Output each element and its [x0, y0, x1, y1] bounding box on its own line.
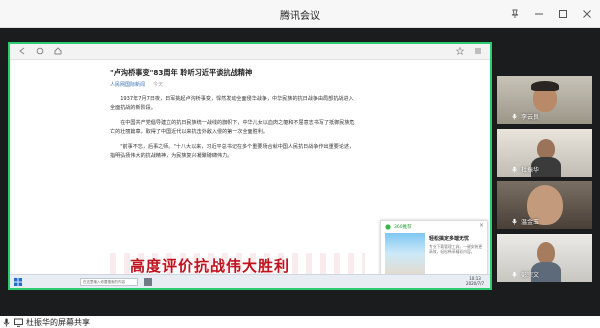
taskbar-search-input[interactable]: 在这里输入你要搜索的内容: [80, 278, 138, 286]
participant-tile[interactable]: 杜振华: [497, 129, 592, 177]
menu-icon[interactable]: [474, 47, 482, 55]
article-paragraph: 1937年7月7日夜，日军挑起卢沟桥事变，悍然发动全面侵华战争，中华民族的抗日战…: [110, 96, 354, 111]
pin-icon[interactable]: [508, 7, 522, 21]
close-icon[interactable]: [580, 7, 594, 21]
article-source[interactable]: 人民网国际新闻: [110, 81, 145, 88]
ad-close-icon[interactable]: ×: [479, 222, 484, 229]
microphone-icon: [3, 318, 10, 327]
taskbar-clock[interactable]: 10:13 2020/7/7: [466, 276, 484, 286]
clock-date: 2020/7/7: [466, 281, 484, 286]
participant-name: 温金玉: [521, 219, 540, 226]
title-bar: 腾讯会议: [0, 0, 600, 28]
banner-text: 高度评价抗战伟大胜利: [130, 257, 291, 275]
refresh-icon[interactable]: [36, 47, 44, 55]
ad-image: [385, 233, 425, 279]
settings-app-icon[interactable]: [144, 278, 152, 286]
microphone-icon: [512, 113, 517, 120]
participant-name-label: 彭宗文: [511, 270, 539, 279]
ad-brand: 360推荐: [394, 225, 412, 230]
ad-description: 专业下载管理工具，一键安装更高效，轻松畅享精彩内容。: [429, 244, 483, 254]
maximize-icon[interactable]: [556, 7, 570, 21]
participant-name: 彭宗文: [521, 272, 540, 279]
status-bar: 杜振华的屏幕共享: [0, 316, 600, 328]
participant-tile[interactable]: 李云良: [497, 76, 592, 124]
back-icon[interactable]: [18, 47, 26, 55]
window-controls: [508, 7, 594, 21]
microphone-icon: [512, 166, 517, 173]
article-paragraph: "前事不忘，后事之师。"十八大以来，习近平总书记在多个重要场合就中国人民抗日战争…: [110, 144, 355, 159]
participant-tile[interactable]: 温金玉: [497, 181, 592, 229]
ad-header: 360推荐: [385, 224, 412, 230]
shared-screen[interactable]: "卢沟桥事变"83周年 聆听习近平谈抗战精神 人民网国际新闻 今天 1937年7…: [8, 42, 492, 290]
brand-logo-icon: [385, 224, 391, 230]
participant-name: 李云良: [521, 114, 540, 121]
news-article: "卢沟桥事变"83周年 聆听习近平谈抗战精神 人民网国际新闻 今天 1937年7…: [110, 68, 355, 160]
article-paragraph: 在中国共产党倡导建立的抗日民族统一战线的旗帜下，中华儿女以血肉之躯和不屈意志书写…: [110, 120, 355, 135]
sharer-name: 杜振华的屏幕共享: [26, 318, 90, 327]
minimize-icon[interactable]: [532, 7, 546, 21]
article-meta: 人民网国际新闻 今天: [110, 81, 355, 88]
participant-video: [537, 242, 555, 264]
participant-name-label: 杜振华: [511, 165, 539, 174]
participant-name-label: 李云良: [511, 112, 539, 121]
microphone-icon: [512, 271, 517, 278]
star-icon[interactable]: [456, 47, 464, 55]
browser-toolbar: [10, 44, 490, 60]
ad-title: 轻松搞定多端无忧: [429, 236, 470, 242]
screen-share-icon: [14, 318, 23, 327]
article-headline: "卢沟桥事变"83周年 聆听习近平谈抗战精神: [110, 68, 253, 77]
meeting-window: 腾讯会议 "卢沟桥事变"83周年 聆听习近平谈抗战精神 人民网国际新闻 今天 1…: [0, 0, 600, 328]
home-icon[interactable]: [54, 47, 62, 55]
windows-taskbar: 在这里输入你要搜索的内容 10:13 2020/7/7: [10, 274, 490, 288]
participant-name-label: 温金玉: [511, 217, 539, 226]
participant-video: [537, 139, 555, 159]
microphone-icon: [512, 218, 517, 225]
windows-start-icon[interactable]: [14, 278, 22, 286]
screen-share-indicator[interactable]: 杜振华的屏幕共享: [2, 317, 90, 328]
article-time: 今天: [153, 82, 164, 88]
participant-name: 杜振华: [521, 167, 540, 174]
participant-tile[interactable]: 彭宗文: [497, 234, 592, 282]
